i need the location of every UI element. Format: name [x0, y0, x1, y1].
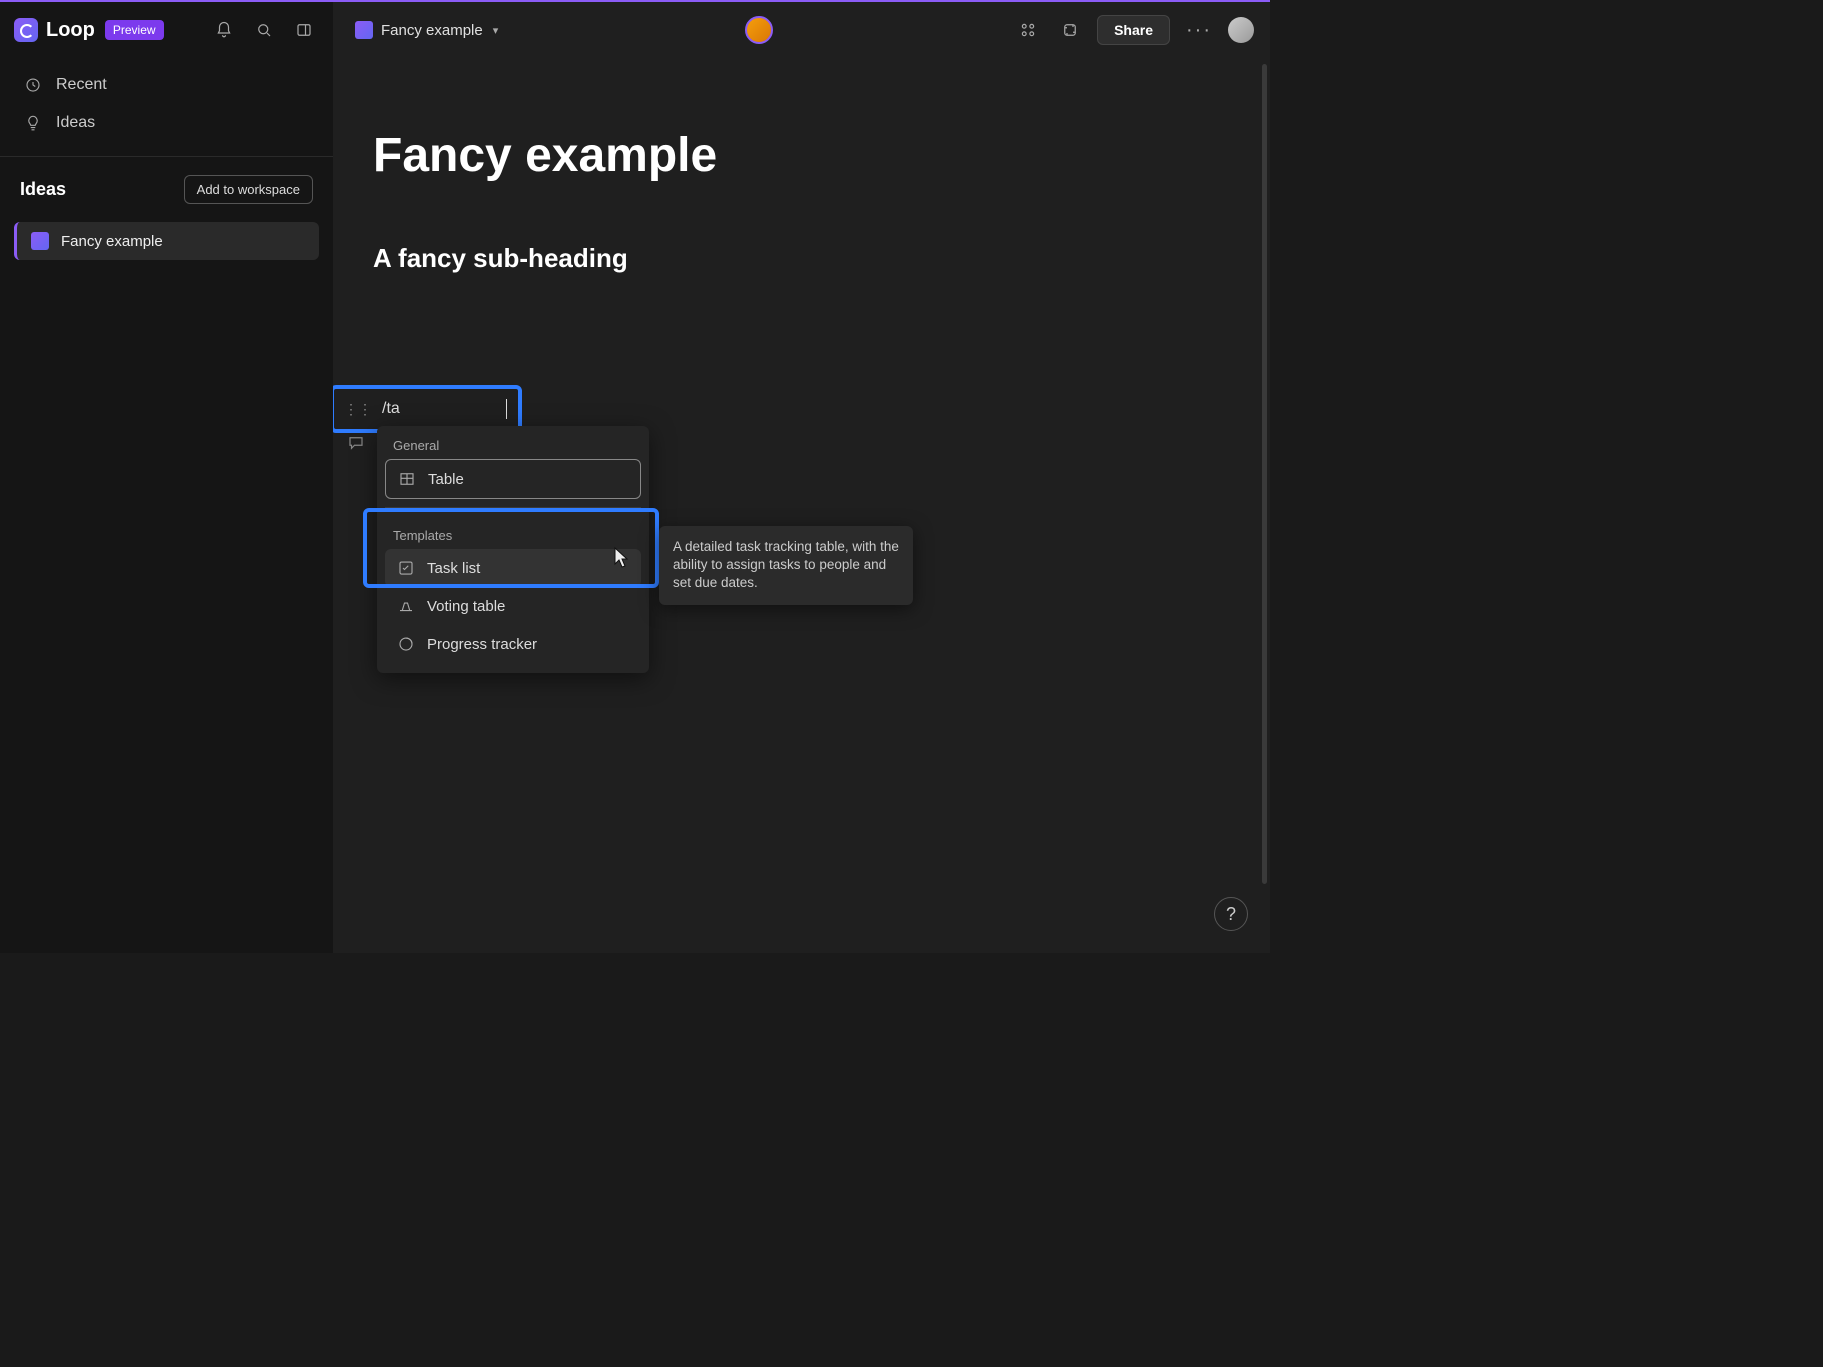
menu-item-progress-tracker[interactable]: Progress tracker [385, 625, 641, 663]
more-icon[interactable]: ··· [1182, 15, 1216, 46]
app-logo: Loop [14, 18, 95, 42]
titlebar-left: Loop Preview [0, 2, 333, 58]
menu-item-tooltip: A detailed task tracking table, with the… [659, 526, 913, 605]
apps-icon[interactable] [1013, 15, 1043, 45]
menu-item-voting-table[interactable]: Voting table [385, 587, 641, 625]
notifications-icon[interactable] [209, 15, 239, 45]
menu-heading-templates: Templates [377, 516, 649, 549]
slash-command-menu: General Table Templates Task list Voting… [377, 426, 649, 673]
loop-logo-icon [14, 18, 38, 42]
progress-icon [397, 635, 415, 653]
presence-avatar[interactable] [745, 16, 773, 44]
tasklist-icon [397, 559, 415, 577]
document-tab[interactable]: Fancy example ▾ [349, 17, 504, 43]
menu-item-task-list-label: Task list [427, 560, 480, 577]
editor-canvas[interactable]: Fancy example A fancy sub-heading ⋮⋮ /ta… [333, 58, 1270, 953]
sidebar-section-title: Ideas [20, 179, 66, 200]
nav-ideas[interactable]: Ideas [0, 104, 333, 142]
menu-item-progress-tracker-label: Progress tracker [427, 636, 537, 653]
scrollbar[interactable] [1262, 64, 1267, 884]
menu-item-voting-table-label: Voting table [427, 598, 505, 615]
component-icon[interactable] [1055, 15, 1085, 45]
menu-heading-general: General [377, 426, 649, 459]
share-button[interactable]: Share [1097, 15, 1170, 45]
clock-icon [24, 76, 42, 94]
page-subheading[interactable]: A fancy sub-heading [373, 243, 1220, 274]
menu-item-table-label: Table [428, 471, 464, 488]
document-title: Fancy example [381, 22, 483, 39]
panel-toggle-icon[interactable] [289, 15, 319, 45]
nav-recent[interactable]: Recent [0, 66, 333, 104]
account-avatar[interactable] [1228, 17, 1254, 43]
menu-item-table[interactable]: Table [385, 459, 641, 499]
sidebar: Recent Ideas Ideas Add to workspace Fanc… [0, 58, 333, 953]
page-icon [31, 232, 49, 250]
add-to-workspace-button[interactable]: Add to workspace [184, 175, 313, 204]
titlebar-right: Fancy example ▾ Share ··· [333, 2, 1270, 58]
nav-recent-label: Recent [56, 76, 107, 94]
text-caret [506, 399, 507, 419]
chevron-down-icon: ▾ [493, 24, 499, 37]
drag-handle-icon[interactable]: ⋮⋮ [344, 401, 372, 418]
menu-item-task-list[interactable]: Task list [385, 549, 641, 587]
bulb-icon [24, 114, 42, 132]
app-name: Loop [46, 19, 95, 42]
preview-badge: Preview [105, 20, 164, 40]
sidebar-page-item[interactable]: Fancy example [14, 222, 319, 260]
help-button[interactable]: ? [1214, 897, 1248, 931]
slash-command-text[interactable]: /ta [382, 400, 502, 418]
page-title[interactable]: Fancy example [373, 128, 1220, 183]
sidebar-page-label: Fancy example [61, 233, 163, 250]
document-icon [355, 21, 373, 39]
vote-icon [397, 597, 415, 615]
table-icon [398, 470, 416, 488]
search-icon[interactable] [249, 15, 279, 45]
nav-ideas-label: Ideas [56, 114, 95, 132]
comment-icon[interactable] [347, 434, 365, 452]
